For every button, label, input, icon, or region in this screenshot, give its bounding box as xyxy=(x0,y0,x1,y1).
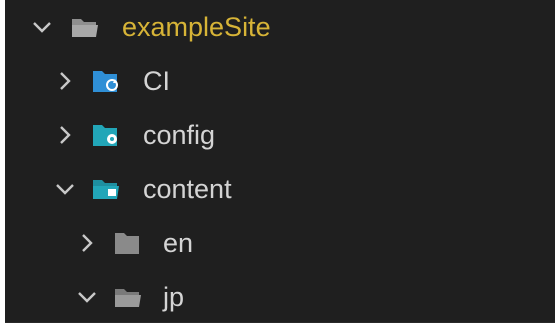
tree-item-label: config xyxy=(143,120,216,150)
chevron-right-icon[interactable] xyxy=(53,69,77,93)
tree-item-label: en xyxy=(163,228,194,258)
chevron-right-icon[interactable] xyxy=(53,123,77,147)
folder-config-icon xyxy=(91,123,121,147)
chevron-down-icon[interactable] xyxy=(75,285,99,309)
tree-item-content[interactable]: content xyxy=(5,162,555,216)
tree-item-jp[interactable]: jp xyxy=(5,270,555,324)
tree-item-config[interactable]: config xyxy=(5,108,555,162)
chevron-down-icon[interactable] xyxy=(30,15,54,39)
folder-open-icon xyxy=(113,285,143,309)
chevron-right-icon[interactable] xyxy=(75,231,99,255)
folder-open-icon xyxy=(70,15,100,39)
tree-item-label: jp xyxy=(163,282,185,312)
tree-item-label: content xyxy=(143,174,232,204)
tree-item-ci[interactable]: CI xyxy=(5,54,555,108)
tree-item-examplesite[interactable]: exampleSite xyxy=(5,0,555,54)
tree-item-en[interactable]: en xyxy=(5,216,555,270)
chevron-down-icon[interactable] xyxy=(53,177,77,201)
folder-ci-icon xyxy=(91,69,121,93)
folder-closed-icon xyxy=(113,231,143,255)
tree-item-label: exampleSite xyxy=(122,12,271,42)
tree-item-label: CI xyxy=(143,66,170,96)
file-explorer-tree: exampleSite CI config content en jp xyxy=(5,0,555,323)
folder-content-icon xyxy=(91,177,121,201)
